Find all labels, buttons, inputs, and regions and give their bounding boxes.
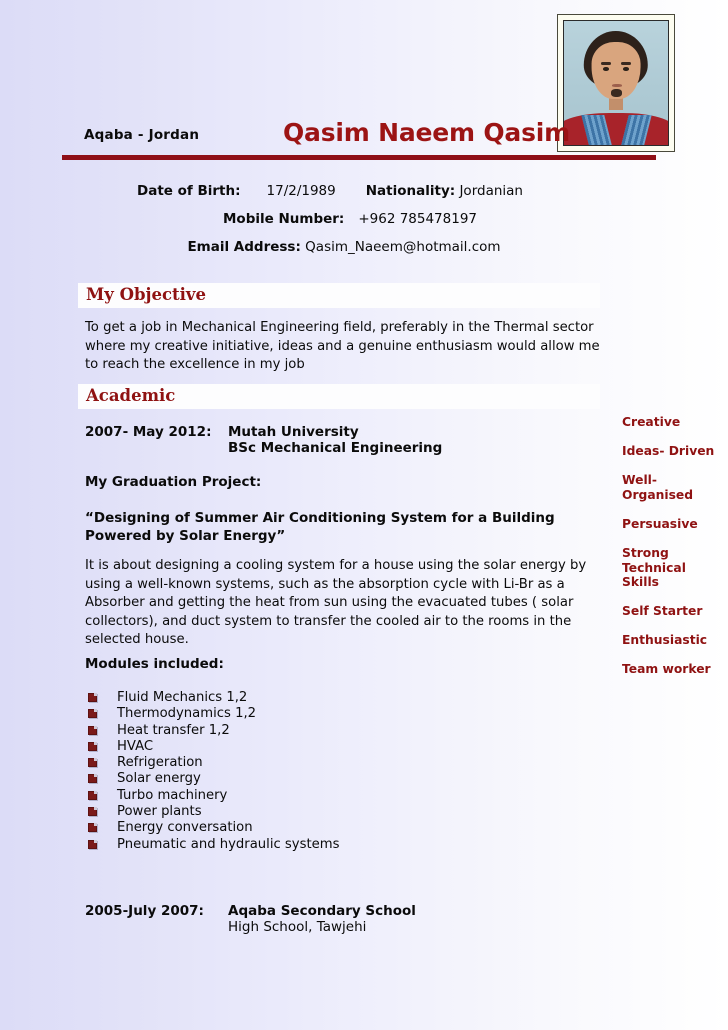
portrait-eyebrow-left xyxy=(601,61,611,65)
contact-line-dob: Date of Birth: 17/2/1989 Nationality: Jord… xyxy=(0,183,660,199)
list-item: Heat transfer 1,2 xyxy=(88,723,339,739)
nationality-label: Nationality: xyxy=(365,183,456,199)
skill-item: Strong Technical Skills xyxy=(622,545,686,590)
skill-item: Persuasive xyxy=(622,516,698,531)
portrait-photo-image xyxy=(563,20,669,146)
page-title: Qasim Naeem Qasim xyxy=(283,118,571,147)
skill-item: Creative xyxy=(622,415,681,429)
section-header-academic: Academic xyxy=(78,384,600,409)
location-text: Aqaba - Jordan xyxy=(84,127,200,143)
square-bullet-icon xyxy=(88,839,97,849)
list-item: Turbo machinery xyxy=(88,788,339,804)
portrait-eye-left xyxy=(603,66,609,71)
contact-block: Date of Birth: 17/2/1989 Nationality: Jord… xyxy=(0,183,660,267)
education-entry-university: 2007- May 2012: Mutah University BSc Mech… xyxy=(85,424,442,456)
module-name: Thermodynamics 1,2 xyxy=(117,706,257,722)
list-item: Energy conversation xyxy=(88,820,339,836)
square-bullet-icon xyxy=(88,725,97,735)
portrait-eye-right xyxy=(623,66,629,71)
school-years: 2005-July 2007: xyxy=(85,903,204,919)
module-name: Energy conversation xyxy=(117,820,253,836)
dob-value: 17/2/1989 xyxy=(266,183,336,199)
university-years: 2007- May 2012: xyxy=(85,424,212,440)
skill-item: Team worker xyxy=(622,662,711,677)
module-name: Fluid Mechanics 1,2 xyxy=(117,690,248,705)
email-value: Qasim_Naeem@hotmail.com xyxy=(305,239,501,255)
section-header-objective: My Objective xyxy=(78,283,600,308)
skill-item: Well-Organised xyxy=(622,473,694,502)
portrait-eyebrow-right xyxy=(621,61,631,65)
list-item: Thermodynamics 1,2 xyxy=(88,706,339,722)
project-title: “Designing of Summer Air Conditioning Sy… xyxy=(85,510,555,544)
list-item: HVAC xyxy=(88,739,339,755)
portrait-sweater xyxy=(564,112,668,145)
list-item: Pneumatic and hydraulic systems xyxy=(88,837,339,853)
skill-item: Self Starter xyxy=(622,604,703,619)
education-entry-school: 2005-July 2007: Aqaba Secondary School Hi… xyxy=(85,903,416,935)
header-divider xyxy=(62,155,656,160)
module-name: HVAC xyxy=(117,738,154,754)
project-description: It is about designing a cooling system f… xyxy=(85,558,587,647)
square-bullet-icon xyxy=(88,790,97,800)
university-degree: BSc Mechanical Engineering xyxy=(228,440,443,456)
mobile-label: Mobile Number: xyxy=(222,211,345,227)
module-name: Pneumatic and hydraulic systems xyxy=(117,836,340,852)
dob-label: Date of Birth: xyxy=(137,183,241,199)
square-bullet-icon xyxy=(88,693,97,702)
portrait-photo xyxy=(557,14,675,152)
square-bullet-icon xyxy=(88,741,97,751)
square-bullet-icon xyxy=(88,758,97,768)
list-item: Fluid Mechanics 1,2 xyxy=(88,690,339,706)
square-bullet-icon xyxy=(88,807,97,817)
module-name: Solar energy xyxy=(117,771,201,787)
objective-text: To get a job in Mechanical Engineering f… xyxy=(85,320,600,372)
skill-item: Ideas- Driven xyxy=(622,444,715,459)
graduation-project-label: My Graduation Project: xyxy=(85,474,262,490)
contact-line-mobile: Mobile Number: +962 785478197 xyxy=(0,211,660,227)
square-bullet-icon xyxy=(88,774,97,784)
module-name: Power plants xyxy=(117,804,202,820)
school-name: Aqaba Secondary School xyxy=(228,903,416,919)
portrait-beard xyxy=(610,89,623,97)
skills-column: Creative Ideas- Driven Well-Organised Persu… xyxy=(622,415,722,692)
modules-list: Fluid Mechanics 1,2 Thermodynamics 1,2 Hea… xyxy=(88,690,339,853)
contact-line-email: Email Address: Qasim_Naeem@hotmail.com xyxy=(0,239,660,255)
module-name: Turbo machinery xyxy=(117,787,228,803)
square-bullet-icon xyxy=(88,823,97,833)
nationality-value: Jordanian xyxy=(459,183,523,199)
portrait-mouth xyxy=(612,84,622,88)
square-bullet-icon xyxy=(88,709,97,719)
skill-item: Enthusiastic xyxy=(622,633,708,648)
school-detail: High School, Tawjehi xyxy=(228,919,367,935)
section-header-objective-label: My Objective xyxy=(86,285,206,304)
list-item: Refrigeration xyxy=(88,755,339,771)
list-item: Power plants xyxy=(88,804,339,820)
list-item: Solar energy xyxy=(88,771,339,787)
section-header-academic-label: Academic xyxy=(86,386,176,405)
email-label: Email Address: xyxy=(187,239,301,255)
modules-label: Modules included: xyxy=(85,656,224,672)
module-name: Heat transfer 1,2 xyxy=(117,722,230,738)
module-name: Refrigeration xyxy=(117,755,203,771)
mobile-value: +962 785478197 xyxy=(358,211,478,227)
university-name: Mutah University xyxy=(228,424,359,440)
